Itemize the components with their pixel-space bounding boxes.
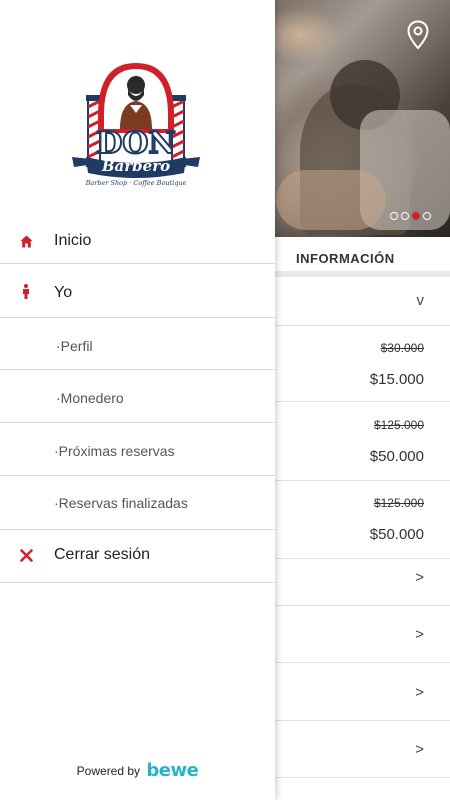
service-row[interactable]: > [275,559,450,606]
carousel-indicator[interactable] [390,212,431,220]
carousel-dot[interactable] [390,212,398,220]
chevron-right-icon: > [415,626,424,643]
chevron-right-icon: > [415,684,424,701]
logo-tagline: Barber Shop · Coffee Boutique [85,179,187,187]
price: $15.000 [369,371,424,388]
person-icon [23,284,29,299]
chevron-down-icon: v [416,292,425,309]
carousel-dot-active[interactable] [412,212,420,220]
price: $50.000 [369,448,424,465]
menu-item-yo[interactable]: Yo [0,264,275,318]
powered-by-footer: Powered by bewe [0,760,275,781]
menu-label-cerrar-sesion: Cerrar sesión [54,546,151,563]
menu-item-reservas-finalizadas[interactable]: ·Reservas finalizadas [0,476,275,530]
menu-label-perfil: ·Perfil [56,338,93,354]
menu-item-proximas-reservas[interactable]: ·Próximas reservas [0,423,275,476]
service-row[interactable]: > [275,721,450,778]
menu-item-perfil[interactable]: ·Perfil [0,318,275,370]
service-row[interactable]: v [275,277,450,326]
menu-item-inicio[interactable]: Inicio [0,220,275,264]
service-row[interactable]: > [275,663,450,721]
info-section-header: INFORMACIÓN [275,237,450,277]
logo-text-main: DON [96,126,176,161]
old-price: $125.000 [373,496,424,510]
menu-label-inicio: Inicio [54,232,92,249]
menu-label-monedero: ·Monedero [56,390,124,406]
service-row[interactable]: $30.000 $15.000 [275,326,450,402]
chevron-right-icon: > [415,569,424,586]
home-icon [20,235,33,248]
hero-photo-arm [276,170,386,230]
chevron-right-icon: > [415,741,424,758]
menu-label-reservas-finalizadas: ·Reservas finalizadas [54,495,188,511]
old-price: $125.000 [373,418,424,432]
carousel-dot[interactable] [423,212,431,220]
price: $50.000 [369,526,424,543]
navigation-drawer: DON Barbero Barber Shop · Coffee Boutiqu… [0,0,275,800]
old-price: $30.000 [380,341,424,355]
menu-label-yo: Yo [54,284,73,301]
bewe-logo[interactable]: bewe [146,760,198,781]
don-barbero-logo: DON Barbero Barber Shop · Coffee Boutiqu… [72,63,200,187]
service-row[interactable]: > [275,606,450,663]
menu-label-proximas-reservas: ·Próximas reservas [54,443,175,459]
powered-by-text: Powered by [76,764,141,778]
menu-item-cerrar-sesion[interactable]: Cerrar sesión [0,530,275,583]
info-title: INFORMACIÓN [296,251,395,266]
logo-text-script: Barbero [101,157,170,175]
service-row[interactable]: $125.000 $50.000 [275,402,450,481]
location-pin-icon[interactable] [406,20,430,50]
close-icon [20,549,33,562]
menu-item-monedero[interactable]: ·Monedero [0,370,275,423]
carousel-dot[interactable] [401,212,409,220]
service-row[interactable]: $125.000 $50.000 [275,481,450,559]
